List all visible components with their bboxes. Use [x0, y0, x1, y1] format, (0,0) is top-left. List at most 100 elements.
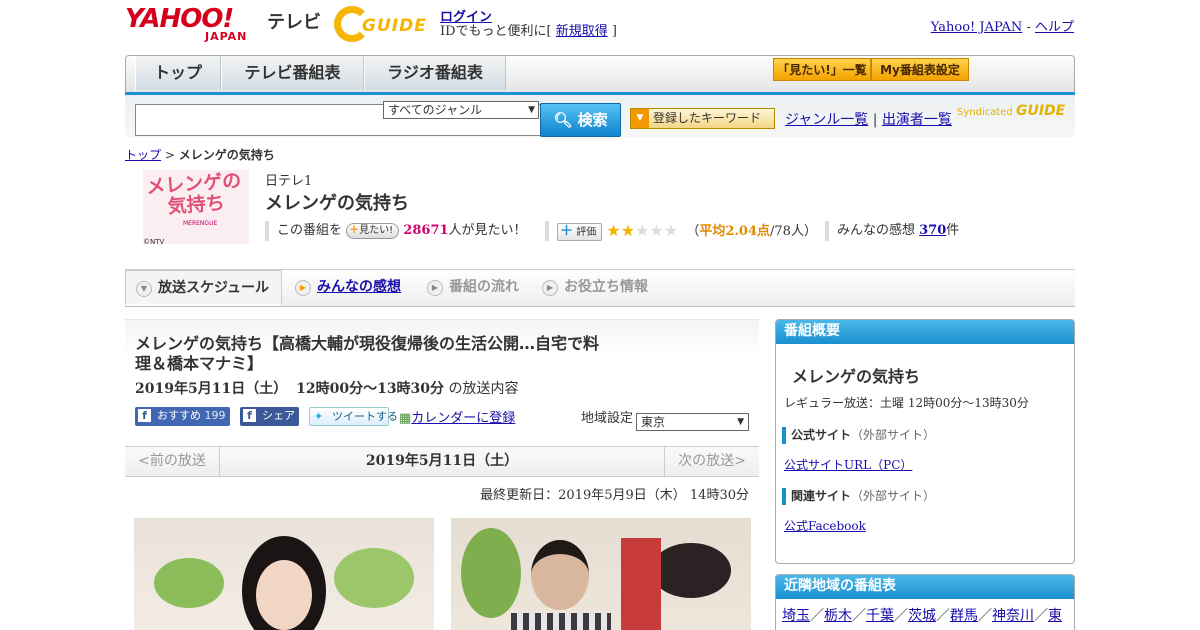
impressions-section: みんなの感想 370件 — [825, 221, 959, 241]
nearby-regions-list: 埼玉／栃木／千葉／茨城／群馬／神奈川／東 — [782, 605, 1062, 625]
nearby-region-link[interactable]: 栃木 — [824, 608, 852, 624]
thumbnail-title-line2: 気持ち — [166, 191, 226, 218]
calendar-register-link[interactable]: カレンダーに登録 — [411, 411, 515, 426]
next-broadcast-button[interactable]: 次の放送> — [664, 447, 759, 476]
nearby-region-link[interactable]: 神奈川 — [992, 608, 1034, 624]
facebook-share-button[interactable]: f シェア — [240, 407, 299, 426]
tab-program-flow-label: 番組の流れ — [449, 279, 519, 295]
twitter-bird-icon: ✦ — [314, 410, 324, 423]
genre-list-link[interactable]: ジャンル一覧 — [785, 112, 868, 128]
facebook-recommend-button[interactable]: f おすすめ 199 — [135, 407, 230, 426]
tweet-label: ツイートする — [332, 410, 398, 423]
thumbnail-title: メレンゲの 気持ち — [146, 170, 244, 220]
nav-tab-tv-listings[interactable]: テレビ番組表 — [221, 56, 364, 90]
related-site-heading-label: 関連サイト — [791, 489, 852, 503]
program-overview-heading: 番組概要 — [776, 320, 1074, 344]
nav-tab-radio-listings[interactable]: ラジオ番組表 — [364, 56, 506, 90]
channel-name: 日テレ1 — [265, 174, 313, 189]
breadcrumb-current: メレンゲの気持ち — [178, 148, 275, 162]
login-subtext: IDでもっと便利に[ 新規取得 ] — [440, 20, 617, 39]
impressions-count-link[interactable]: 370 — [919, 223, 946, 238]
nearby-region-link[interactable]: 茨城 — [908, 608, 936, 624]
my-settings-button[interactable]: My番組表設定 — [871, 58, 969, 81]
episode-date: 2019年5月11日（土） — [135, 381, 288, 397]
logo-yahoo-text: YAHOO! — [125, 4, 234, 34]
tweet-button[interactable]: ✦ ツイートする — [309, 407, 398, 426]
tab-impressions[interactable]: ▶ みんなの感想 — [295, 270, 401, 306]
register-link[interactable]: 新規取得 — [556, 24, 608, 39]
rating-stars: ★★★★★ — [606, 221, 678, 240]
fb-share-label: シェア — [262, 409, 295, 422]
official-site-heading: 公式サイト（外部サイト） — [782, 427, 935, 444]
nearby-region-link[interactable]: 群馬 — [950, 608, 978, 624]
plant-decoration — [461, 528, 521, 618]
episode-title: メレンゲの気持ち【高橋大輔が現役復帰後の生活公開…自宅で料理＆橋本マナミ】 — [135, 334, 600, 373]
evaluate-button-label: 評価 — [576, 227, 597, 238]
tab-broadcast-schedule[interactable]: ▼ 放送スケジュール — [125, 270, 282, 306]
evaluate-button[interactable]: ＋ 評価 — [557, 223, 603, 241]
episode-photo-1[interactable] — [134, 518, 434, 630]
nearby-region-link[interactable]: 東 — [1048, 608, 1062, 624]
rating-count: /78人） — [770, 224, 817, 239]
striped-shirt — [511, 613, 611, 630]
overview-program-title: メレンゲの気持ち — [792, 367, 921, 386]
yahoo-japan-logo[interactable]: YAHOO! JAPAN テレビ — [125, 4, 321, 43]
logo-tv-text: テレビ — [267, 12, 321, 33]
chevron-down-icon: ▼ — [136, 281, 152, 297]
plant-decoration — [334, 548, 414, 608]
calendar-register[interactable]: ▦カレンダーに登録 — [399, 407, 515, 426]
last-updated: 最終更新日：2019年5月9日（木） 14時30分 — [480, 488, 749, 503]
prev-broadcast-button[interactable]: <前の放送 — [125, 447, 220, 476]
performer-list-link[interactable]: 出演者一覧 — [882, 112, 952, 128]
want-prefix: この番組を — [277, 223, 343, 238]
nearby-region-separator: ／ — [936, 608, 950, 624]
nearby-region-link[interactable]: 埼玉 — [782, 608, 810, 624]
play-icon: ▶ — [542, 280, 558, 296]
logo-japan-text: JAPAN — [205, 30, 248, 43]
yahoo-japan-link[interactable]: Yahoo! JAPAN — [931, 20, 1023, 35]
gguide-logo-text: GUIDE — [362, 16, 427, 36]
syndicated-gguide-text: GUIDE — [1015, 103, 1066, 119]
chevron-down-icon: ▼ — [528, 105, 535, 115]
impressions-prefix: みんなの感想 — [837, 223, 920, 238]
episode-photo-2[interactable] — [451, 518, 751, 630]
red-chair — [621, 538, 661, 630]
region-select[interactable]: 東京 ▼ — [636, 413, 750, 431]
plant-decoration — [154, 558, 224, 608]
registered-keyword-button[interactable]: ▼ 登録したキーワード — [630, 108, 775, 129]
want-list-button[interactable]: 「見たい!」一覧 — [773, 58, 871, 81]
login-sub-prefix: IDでもっと便利に[ — [440, 24, 556, 39]
person-face — [256, 560, 312, 630]
person-face — [531, 540, 589, 610]
facebook-icon: f — [138, 409, 151, 422]
star-filled-icon: ★ — [620, 221, 636, 240]
gguide-logo[interactable]: GUIDE — [334, 6, 434, 42]
star-empty-icon: ★ — [663, 221, 679, 240]
genre-select[interactable]: すべてのジャンル ▼ — [383, 101, 539, 119]
nearby-regions-heading: 近隣地域の番組表 — [776, 575, 1074, 599]
help-link[interactable]: ヘルプ — [1035, 20, 1074, 35]
want-button-label: 見たい! — [359, 225, 394, 236]
search-links: ジャンル一覧 | 出演者一覧 — [785, 109, 952, 129]
want-suffix: 人が見たい！ — [448, 223, 527, 238]
thumbnail-copyright: ©NTV — [143, 238, 165, 246]
program-title: メレンゲの気持ち — [265, 193, 409, 214]
tab-impressions-label: みんなの感想 — [317, 279, 401, 295]
nearby-region-separator: ／ — [978, 608, 992, 624]
breadcrumb-top-link[interactable]: トップ — [125, 148, 161, 162]
black-hat — [651, 543, 731, 598]
search-link-separator: | — [868, 112, 882, 128]
want-button[interactable]: ＋見たい! — [346, 223, 400, 239]
header-link-separator: - — [1022, 20, 1035, 35]
nearby-region-link[interactable]: 千葉 — [866, 608, 894, 624]
official-site-link[interactable]: 公式サイトURL（PC） — [784, 456, 912, 473]
nav-tab-top[interactable]: トップ — [135, 56, 221, 90]
rating-average: 平均2.04点 — [699, 224, 771, 239]
search-button[interactable]: 🔍︎ 検索 — [540, 103, 621, 137]
login-sub-suffix: ] — [607, 24, 617, 39]
facebook-icon: f — [243, 409, 256, 422]
official-facebook-link[interactable]: 公式Facebook — [784, 517, 866, 534]
header-links: Yahoo! JAPAN - ヘルプ — [931, 16, 1074, 35]
nearby-region-separator: ／ — [810, 608, 824, 624]
want-count: 28671 — [403, 223, 449, 238]
